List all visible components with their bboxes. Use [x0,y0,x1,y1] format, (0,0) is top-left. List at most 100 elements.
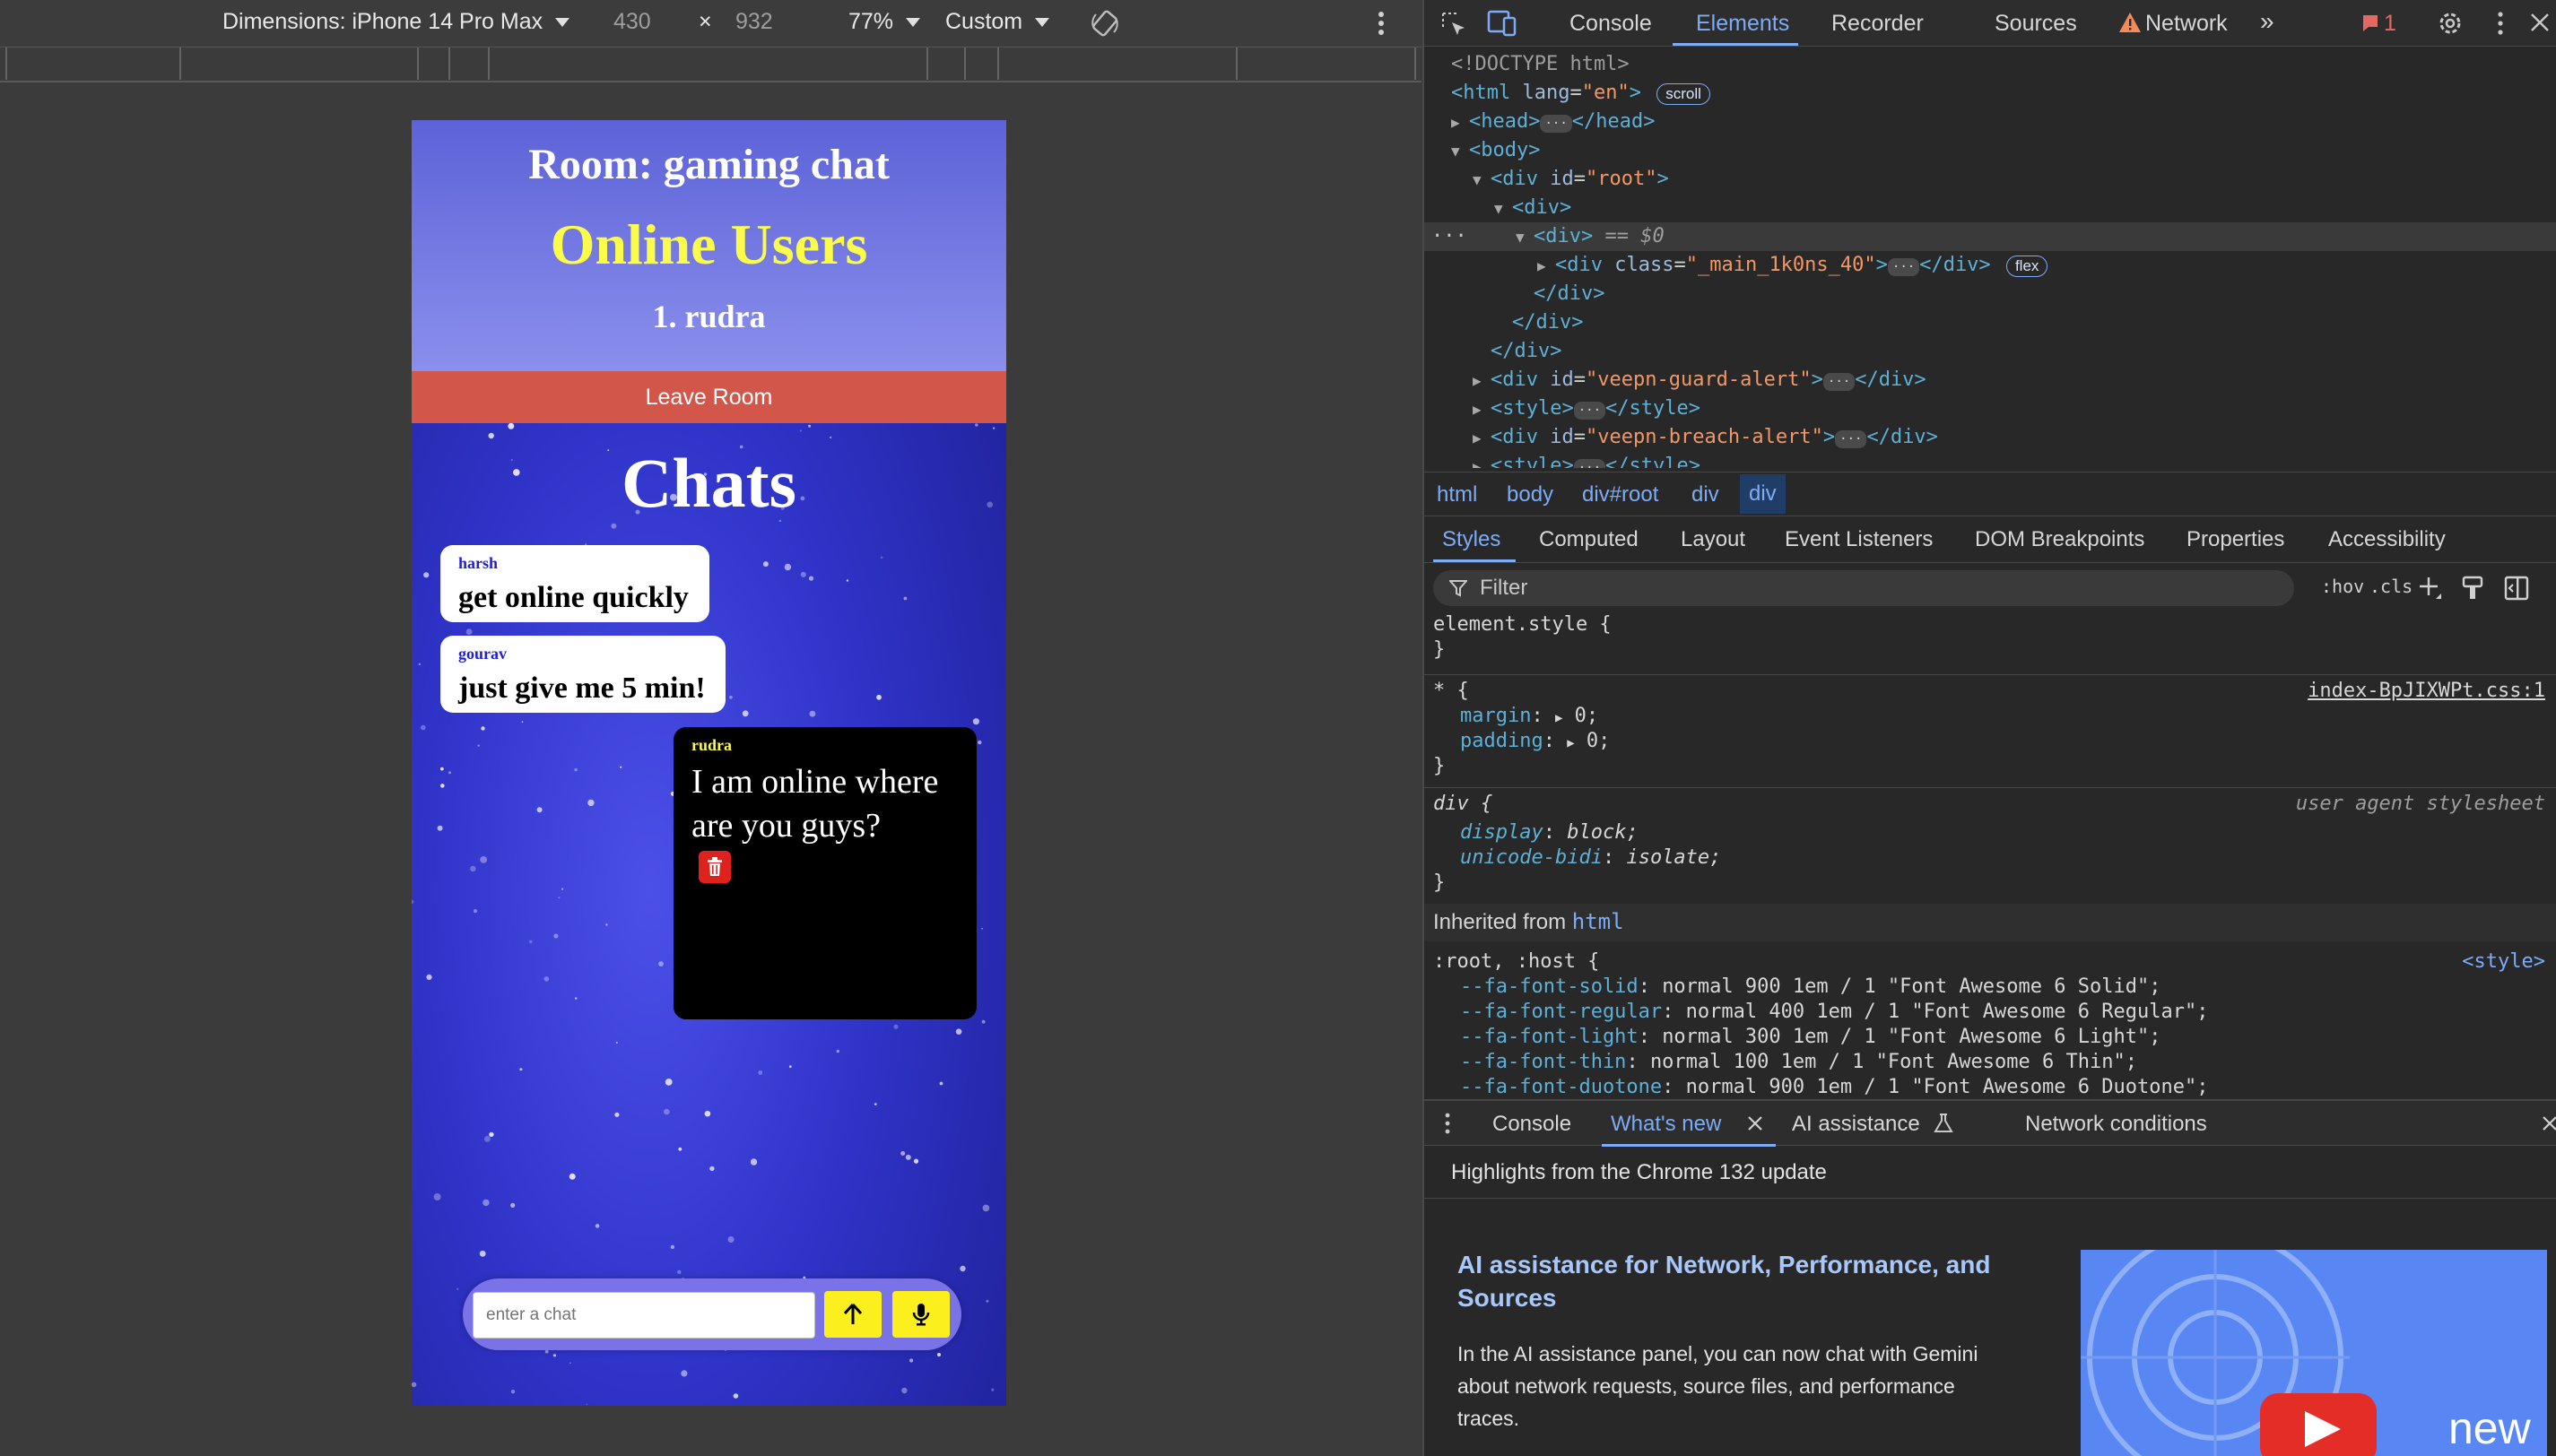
style-tag-source-link[interactable]: <style> [2462,950,2545,973]
expand-triangle-icon[interactable]: ▶ [1473,453,1491,468]
ellipsis-icon[interactable]: ··· [1540,115,1572,133]
css-variable[interactable]: --fa-font-regular: normal 400 1em / 1 "F… [1460,1001,2208,1023]
css-variable[interactable]: --fa-font-light: normal 300 1em / 1 "Fon… [1460,1026,2160,1048]
drawer-tab-console[interactable]: Console [1492,1112,1571,1137]
ellipsis-icon[interactable]: ··· [1835,430,1867,448]
node-actions-ellipsis-icon[interactable]: ··· [1431,222,1467,251]
breadcrumb-item[interactable]: div [1691,482,1719,507]
ellipsis-icon[interactable]: ··· [1822,373,1856,391]
more-options-icon[interactable] [1370,9,1392,38]
tab-sources[interactable]: Sources [1995,11,2077,37]
stylesheet-source-link[interactable]: index-BpJIXWPt.css:1 [2308,680,2545,702]
hover-state-toggle[interactable]: :hov [2321,576,2364,597]
ellipsis-icon[interactable]: ··· [1573,459,1606,468]
tab-layout[interactable]: Layout [1681,527,1745,552]
gear-icon[interactable] [2436,9,2465,38]
send-button[interactable] [824,1291,882,1338]
collapse-triangle-icon[interactable]: ▼ [1473,166,1491,195]
tab-styles[interactable]: Styles [1442,527,1500,552]
dom-node[interactable]: ▶ <div id="veepn-breach-alert"> ··· </div> [1424,423,2556,452]
collapse-triangle-icon[interactable]: ▼ [1451,137,1469,166]
collapse-triangle-icon[interactable]: ▼ [1516,223,1534,252]
close-icon[interactable] [2529,12,2551,33]
expand-triangle-icon[interactable]: ▶ [1537,252,1555,281]
tab-computed[interactable]: Computed [1539,527,1639,552]
expand-triangle-icon[interactable]: ▶ [1473,367,1491,395]
throttle-dropdown[interactable]: Custom [945,9,1050,35]
dom-node[interactable]: ▶ <style> ··· </style> [1424,394,2556,423]
add-style-rule-icon[interactable] [2418,576,2443,601]
dom-node[interactable]: ▶ <head> ··· </head> [1424,108,2556,136]
leave-room-button[interactable]: Leave Room [412,371,1006,423]
drawer-tab-whats-new[interactable]: What's new [1611,1112,1721,1137]
ellipsis-icon[interactable]: ··· [1887,258,1920,276]
universal-selector[interactable]: * { [1433,680,1469,702]
voice-input-button[interactable] [892,1291,950,1338]
error-count[interactable]: 1 [2384,11,2396,37]
element-style-rule[interactable]: element.style { [1433,613,1612,636]
tab-event-listeners[interactable]: Event Listeners [1785,527,1933,552]
expand-triangle-icon[interactable]: ▶ [1451,108,1469,137]
css-variable[interactable]: --fa-font-thin: normal 100 1em / 1 "Font… [1460,1051,2137,1073]
class-toggle[interactable]: .cls [2369,576,2413,597]
tab-properties[interactable]: Properties [2187,527,2284,552]
inherited-tag-link[interactable]: html [1572,909,1624,934]
youtube-play-icon[interactable] [2260,1393,2377,1456]
dom-node[interactable]: ▼ <body> [1424,136,2556,165]
chat-input[interactable] [473,1292,815,1339]
width-input[interactable]: 430 [613,9,651,35]
dom-node[interactable]: <html lang="en"> scroll [1424,79,2556,108]
device-toggle-icon[interactable] [1487,9,1517,38]
sidebar-toggle-icon[interactable] [2504,576,2529,601]
close-tab-icon[interactable] [1747,1115,1763,1131]
dom-node[interactable]: ▶ <style> ··· </style> [1424,452,2556,468]
tab-dom-breakpoints[interactable]: DOM Breakpoints [1975,527,2144,552]
breadcrumb-item[interactable]: body [1507,482,1553,507]
tab-network[interactable]: Network [2145,11,2228,37]
dom-node[interactable]: ▶ <div id="veepn-guard-alert"> ··· </div> [1424,366,2556,394]
scroll-chip[interactable]: scroll [1656,83,1710,105]
dom-node[interactable]: ▼ <div id="root"> [1424,165,2556,194]
tab-elements[interactable]: Elements [1696,11,1789,37]
kebab-menu-icon[interactable] [2493,9,2508,38]
css-variable[interactable]: --fa-font-solid: normal 900 1em / 1 "Fon… [1460,975,2160,998]
expand-triangle-icon[interactable]: ▶ [1473,424,1491,453]
dom-node[interactable]: </div> [1424,308,2556,337]
drawer-tab-ai-assistance[interactable]: AI assistance [1792,1112,1920,1137]
tab-recorder[interactable]: Recorder [1831,11,1924,37]
inspect-element-icon[interactable] [1440,11,1467,38]
styles-filter-input[interactable]: Filter [1433,570,2294,606]
ellipsis-icon[interactable]: ··· [1573,402,1606,420]
delete-message-button[interactable] [699,851,731,883]
dom-node[interactable]: </div> [1424,280,2556,308]
collapse-triangle-icon[interactable]: ▼ [1494,195,1512,223]
css-declaration[interactable]: margin: ▶ 0; [1460,705,1598,727]
device-dimensions-dropdown[interactable]: Dimensions: iPhone 14 Pro Max [222,9,570,35]
div-selector[interactable]: div { [1433,793,1492,815]
root-selector[interactable]: :root, :host { [1433,950,1599,973]
dom-node[interactable]: ▶ <div class="_main_1k0ns_40"> ··· </div> f… [1424,251,2556,280]
breadcrumb-item[interactable]: div#root [1582,482,1658,507]
paint-brush-icon[interactable] [2461,576,2484,601]
css-variable[interactable]: --fa-font-duotone: normal 900 1em / 1 "F… [1460,1076,2208,1098]
tab-console[interactable]: Console [1569,11,1652,37]
expand-triangle-icon[interactable]: ▶ [1473,395,1491,424]
dom-node[interactable]: ▼ <div> [1424,194,2556,222]
height-input[interactable]: 932 [735,9,773,35]
feature-title-link[interactable]: AI assistance for Network, Performance, … [1457,1248,1995,1314]
drawer-menu-icon[interactable] [1442,1112,1453,1135]
css-declaration[interactable]: padding: ▶ 0; [1460,730,1610,752]
flex-chip[interactable]: flex [2005,256,2048,277]
more-tabs-chevron-icon[interactable]: » [2260,7,2274,36]
drawer-tab-network-conditions[interactable]: Network conditions [2025,1112,2207,1137]
dom-node[interactable]: <!DOCTYPE html> [1424,50,2556,79]
breadcrumb-item-current[interactable]: div [1740,474,1786,514]
rotate-icon[interactable] [1089,7,1121,39]
zoom-dropdown[interactable]: 77% [848,9,921,35]
breadcrumb-item[interactable]: html [1437,482,1477,507]
dom-node[interactable]: </div> [1424,337,2556,366]
feature-video-thumbnail[interactable]: new [2081,1250,2547,1456]
dom-node-selected[interactable]: ··· ▼ <div> == $0 [1424,222,2556,251]
media-query-ruler[interactable] [0,47,1421,82]
tab-accessibility[interactable]: Accessibility [2328,527,2446,552]
